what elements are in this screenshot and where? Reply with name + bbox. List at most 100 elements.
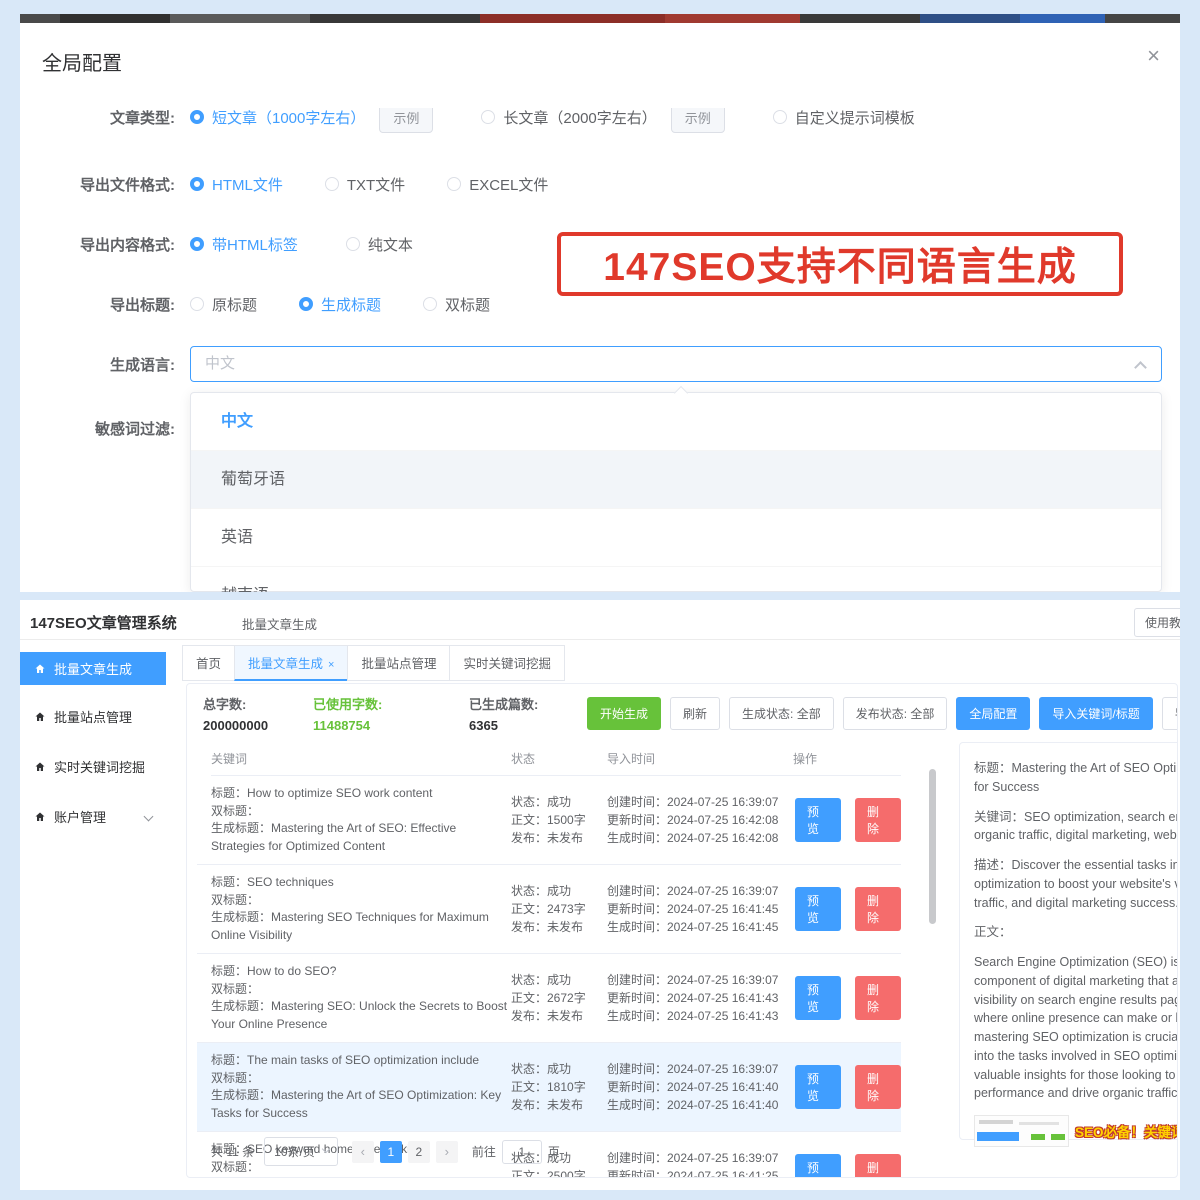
radio-txt-file[interactable] [325,177,339,191]
tab-keyword-mining[interactable]: 实时关键词挖掘 [449,645,565,681]
home-icon [34,663,46,675]
import-keywords-button[interactable]: 导入关键词/标题 [1039,697,1152,730]
row-created: 创建时间：2024-07-25 16:39:07 [607,882,793,900]
dual-title-option-label[interactable]: 双标题 [445,294,490,315]
global-config-button[interactable]: 全局配置 [956,697,1030,730]
tab-batch-article[interactable]: 批量文章生成× [234,645,348,681]
modal-title: 全局配置 [42,47,122,76]
row-publish: 发布：未发布 [511,1096,607,1114]
refresh-button[interactable]: 刷新 [670,697,720,730]
preview-button[interactable]: 预览 [795,1154,841,1178]
stats-toolbar: 总字数: 200000000 已使用字数: 11488754 已生成篇数: 63… [203,694,1178,733]
long-article-example-button[interactable]: 示例 [671,108,725,133]
row-created: 创建时间：2024-07-25 16:39:07 [607,971,793,989]
next-page-button[interactable]: › [436,1141,458,1163]
row-wordcount: 正文：2500字 [511,1167,607,1178]
page-1-button[interactable]: 1 [380,1141,402,1163]
tab-bar: 首页 批量文章生成× 批量站点管理 实时关键词挖掘 [182,645,564,681]
custom-template-option-label[interactable]: 自定义提示词模板 [795,108,915,128]
long-article-option-label[interactable]: 长文章（2000字左右） [503,108,656,128]
close-icon[interactable]: × [1147,45,1160,67]
with-html-tags-option-label[interactable]: 带HTML标签 [212,234,298,255]
dropdown-option-chinese[interactable]: 中文 [191,393,1161,451]
page-size-select[interactable]: 10条/页 [264,1137,338,1166]
plain-text-option-label[interactable]: 纯文本 [368,234,413,255]
export-content-format-label: 导出内容格式: [20,234,175,255]
export-title-label: 导出标题: [20,294,175,315]
row-title: 标题：The main tasks of SEO optimization in… [211,1052,511,1070]
radio-short-article[interactable] [190,110,204,124]
html-file-option-label[interactable]: HTML文件 [212,174,283,195]
row-updated: 更新时间：2024-07-25 16:41:25 [607,1167,793,1178]
row-generated-title: 生成标题：Mastering the Art of SEO Optimizati… [211,1087,511,1122]
radio-original-title[interactable] [190,297,204,311]
radio-generated-title[interactable] [299,297,313,311]
tab-batch-site[interactable]: 批量站点管理 [347,645,450,681]
radio-excel-file[interactable] [447,177,461,191]
row-created: 创建时间：2024-07-25 16:39:07 [607,793,793,811]
generated-title-option-label[interactable]: 生成标题 [321,294,381,315]
row-dual-title: 双标题： [211,1070,511,1088]
row-wordcount: 正文：2672字 [511,989,607,1007]
delete-button[interactable]: 删除 [855,887,901,931]
radio-custom-template[interactable] [773,110,787,124]
thumbnail-caption: SEO必备！关键词原创文章生成 [1075,1121,1178,1141]
delete-button[interactable]: 删除 [855,1065,901,1109]
row-dual-title: 双标题： [211,803,511,821]
row-status: 状态：成功 [511,793,607,811]
page-2-button[interactable]: 2 [408,1141,430,1163]
row-generated-title: 生成标题：Mastering the Art of SEO: Effective… [211,820,511,855]
home-icon [34,761,46,773]
export-success-button[interactable]: 导出成功文章 [1162,697,1178,730]
home-icon [34,711,46,723]
radio-long-article[interactable] [481,110,495,124]
help-tutorial-button[interactable]: 使用教程 [1134,608,1180,637]
short-article-example-button[interactable]: 示例 [379,108,433,133]
sidebar-item-batch-site[interactable]: 批量站点管理 [20,700,166,733]
generate-status-select[interactable]: 生成状态: 全部 [729,697,834,730]
delete-button[interactable]: 删除 [855,798,901,842]
page-unit-label: 页 [548,1143,560,1160]
dropdown-option-portuguese[interactable]: 葡萄牙语 [191,451,1161,509]
row-wordcount: 正文：1810字 [511,1078,607,1096]
start-generate-button[interactable]: 开始生成 [587,697,661,730]
delete-button[interactable]: 删除 [855,976,901,1020]
sidebar-item-keyword-mining[interactable]: 实时关键词挖掘 [20,750,166,783]
table-row: 标题：How to optimize SEO work content 双标题：… [197,776,901,865]
col-actions: 操作 [793,750,901,767]
dropdown-option-vietnamese[interactable]: 越南语 [191,567,1161,592]
tab-close-icon[interactable]: × [328,659,334,671]
dropdown-option-english[interactable]: 英语 [191,509,1161,567]
language-select[interactable]: 中文 [190,346,1162,382]
original-title-option-label[interactable]: 原标题 [212,294,257,315]
row-dual-title: 双标题： [211,981,511,999]
txt-file-option-label[interactable]: TXT文件 [347,174,405,195]
preview-body-label: 正文： [974,923,1178,942]
table-row: 标题：How to do SEO? 双标题： 生成标题：Mastering SE… [197,954,901,1043]
preview-button[interactable]: 预览 [795,1065,841,1109]
col-keyword: 关键词 [211,750,511,767]
sidebar-item-batch-article[interactable]: 批量文章生成 [20,652,166,685]
vertical-scrollbar[interactable] [929,769,936,924]
row-generated-time: 生成时间：2024-07-25 16:41:45 [607,918,793,936]
screenshot-canvas: 全局配置 × 文章类型: 短文章（1000字左右） 示例 长文章（2000字左右… [0,0,1200,1200]
radio-html-file[interactable] [190,177,204,191]
prev-page-button[interactable]: ‹ [352,1141,374,1163]
radio-plain-text[interactable] [346,237,360,251]
row-created: 创建时间：2024-07-25 16:39:07 [607,1149,793,1167]
short-article-option-label[interactable]: 短文章（1000字左右） [212,108,365,128]
publish-status-select[interactable]: 发布状态: 全部 [843,697,948,730]
sidebar-item-label: 批量文章生成 [54,659,132,678]
excel-file-option-label[interactable]: EXCEL文件 [469,174,548,195]
radio-dual-title[interactable] [423,297,437,311]
preview-button[interactable]: 预览 [795,798,841,842]
sidebar-item-account[interactable]: 账户管理 [20,800,166,833]
row-publish: 发布：未发布 [511,918,607,936]
goto-page-input[interactable]: 1 [502,1140,542,1164]
preview-button[interactable]: 预览 [795,976,841,1020]
delete-button[interactable]: 删除 [855,1154,901,1178]
preview-button[interactable]: 预览 [795,887,841,931]
tab-home[interactable]: 首页 [182,645,235,681]
radio-with-html-tags[interactable] [190,237,204,251]
pagination: 共 11 条 10条/页 ‹ 1 2 › 前往 1 页 [211,1137,560,1166]
